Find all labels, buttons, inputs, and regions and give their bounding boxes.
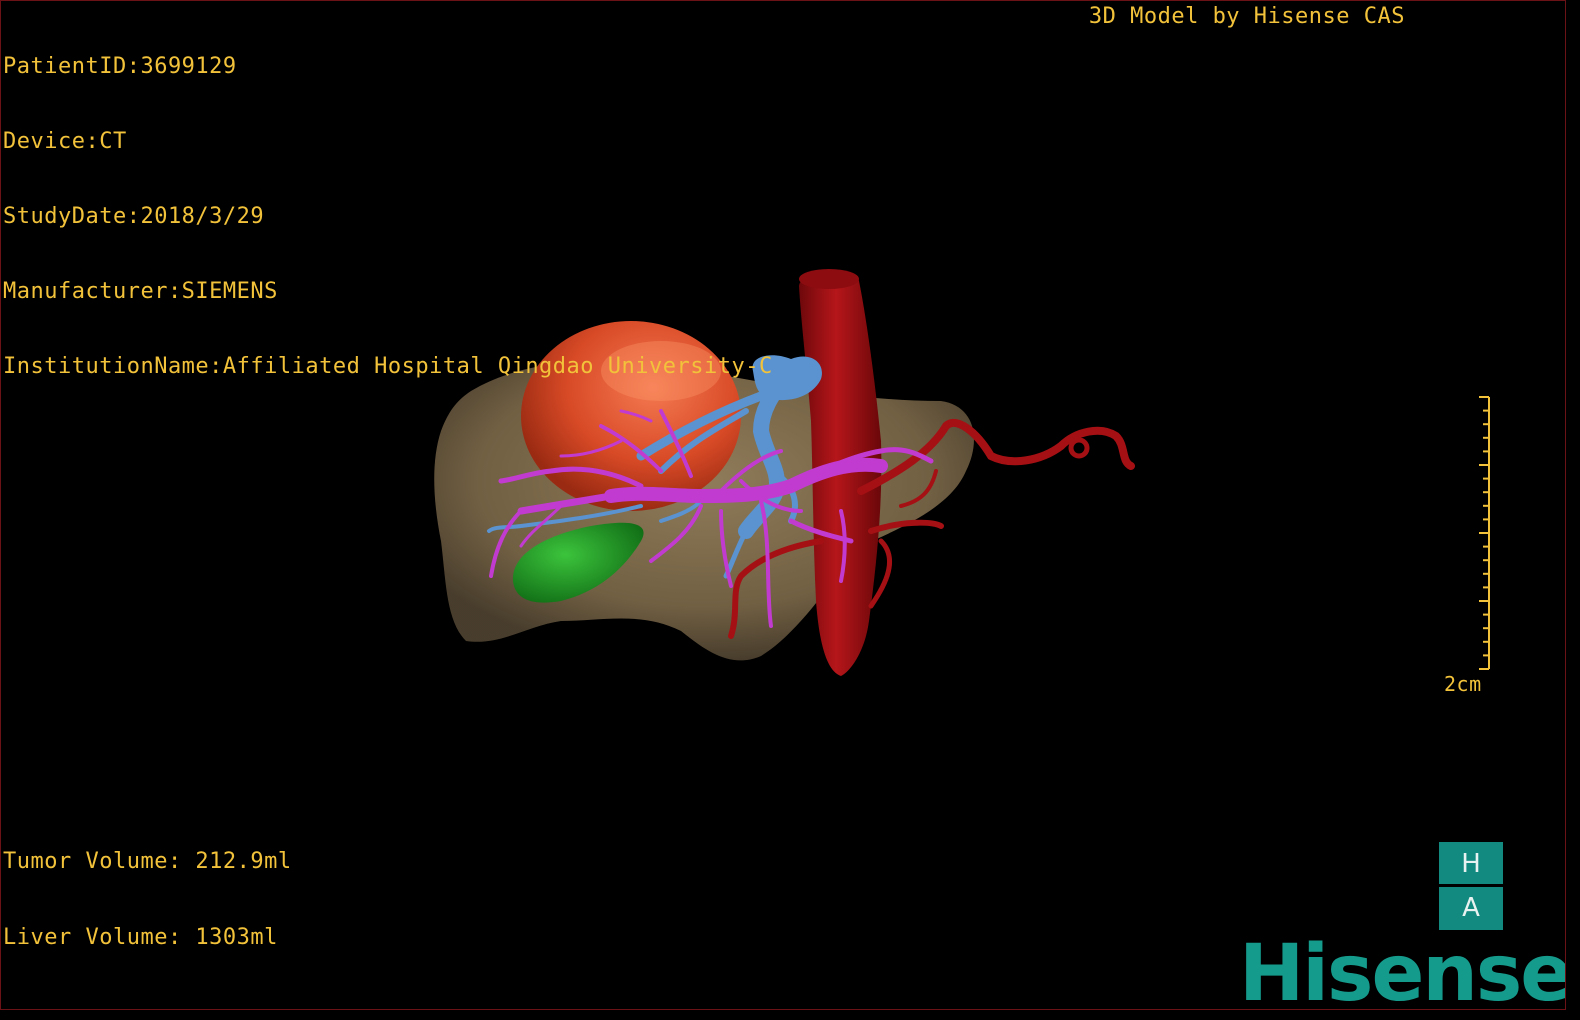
- scale-label: 2cm: [1444, 672, 1482, 696]
- patient-id-label: PatientID:3699129: [3, 54, 237, 79]
- institution-label: InstitutionName:Affiliated Hospital Qing…: [3, 354, 773, 379]
- liver-volume-label: Liver Volume: 1303ml: [3, 925, 278, 950]
- patient-info-overlay: PatientID:3699129 Device:CT StudyDate:20…: [3, 4, 773, 429]
- hisense-logo: Hisense: [1239, 929, 1566, 1010]
- study-date-label: StudyDate:2018/3/29: [3, 204, 265, 229]
- model-credit-label: 3D Model by Hisense CAS: [1088, 4, 1405, 29]
- manufacturer-label: Manufacturer:SIEMENS: [3, 279, 278, 304]
- 3d-viewport[interactable]: PatientID:3699129 Device:CT StudyDate:20…: [0, 0, 1566, 1010]
- orientation-cube[interactable]: H A: [1439, 842, 1503, 930]
- ivc-top: [799, 269, 859, 289]
- orientation-head-label: H: [1461, 848, 1481, 879]
- tumor-volume-label: Tumor Volume: 212.9ml: [3, 849, 292, 874]
- orientation-anterior-label: A: [1462, 892, 1480, 923]
- scale-bar: [1479, 396, 1490, 670]
- volume-overlay: Tumor Volume: 212.9ml Liver Volume: 1303…: [3, 799, 292, 1001]
- device-label: Device:CT: [3, 129, 127, 154]
